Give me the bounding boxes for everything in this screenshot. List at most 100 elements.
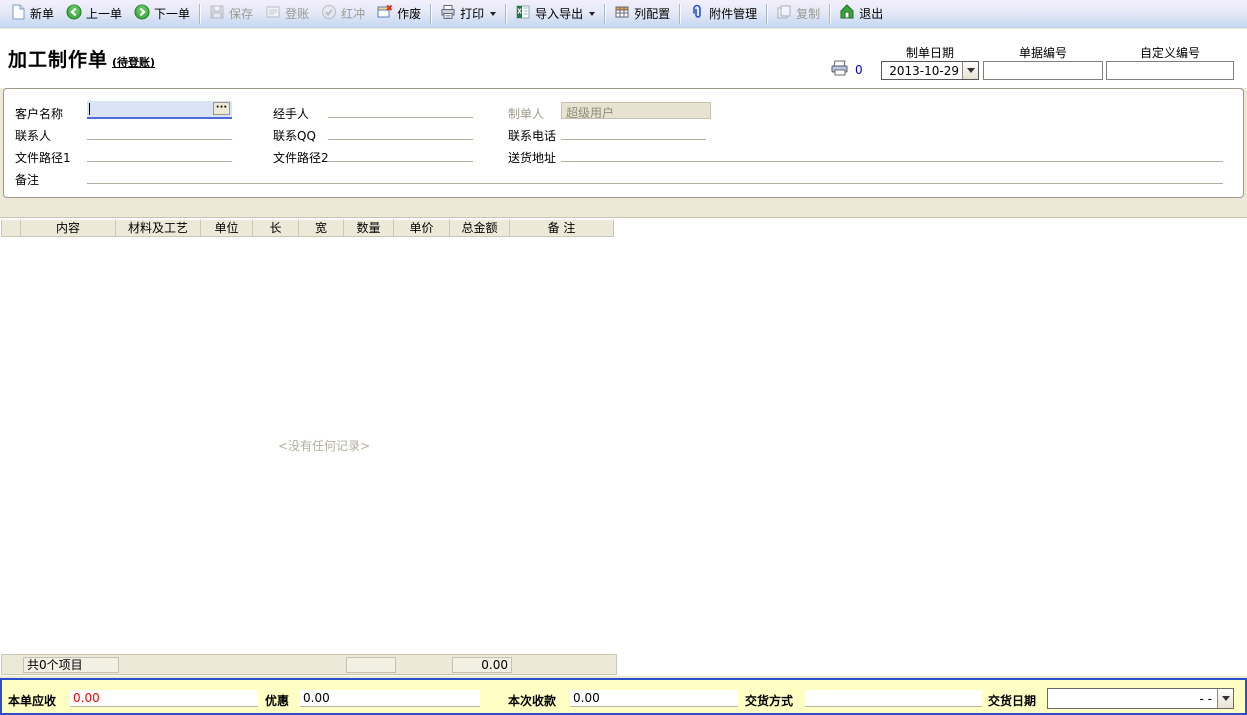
toolbar-separator: [679, 4, 680, 24]
toolbar-separator: [199, 4, 200, 24]
column-header-total[interactable]: 总金额: [450, 219, 510, 237]
red-reverse-button: 红冲: [315, 2, 371, 26]
column-config-button[interactable]: 列配置: [608, 2, 676, 26]
discount-label: 优惠: [265, 692, 289, 709]
toolbar-separator: [505, 4, 506, 24]
contact-input[interactable]: [87, 123, 232, 140]
doc-no-label: 单据编号: [983, 44, 1103, 61]
empty-records-text: <没有任何记录>: [278, 437, 370, 454]
toolbar: 新单 上一单 下一单 保存 登账 红冲 作废 打印 导入导出 列配置: [0, 0, 1247, 28]
delivery-date-dropdown-button[interactable]: [1217, 689, 1233, 708]
chevron-down-icon: [967, 68, 975, 73]
new-doc-icon: [10, 4, 26, 23]
payment-label: 本次收款: [508, 692, 556, 709]
item-count-cell: 共0个项目: [23, 657, 119, 673]
address-input[interactable]: [561, 145, 1223, 162]
print-count: 0: [855, 63, 863, 77]
handler-input[interactable]: [328, 101, 473, 118]
file-path2-label: 文件路径2: [273, 149, 329, 166]
remark-input[interactable]: [87, 167, 1223, 184]
toolbar-separator: [766, 4, 767, 24]
address-label: 送货地址: [508, 149, 556, 166]
delivery-date-value: - -: [1048, 692, 1217, 706]
void-icon: [377, 4, 393, 23]
text-cursor: [89, 103, 90, 115]
discount-input[interactable]: 0.00: [300, 690, 480, 707]
exit-button[interactable]: 退出: [833, 2, 889, 26]
attachment-icon: [689, 4, 705, 23]
doc-date-dropdown-button[interactable]: [962, 62, 978, 79]
order-info-panel: 客户名称 ··· 经手人 制单人 超级用户 联系人 联系QQ 联系电话 文件路径…: [3, 88, 1244, 198]
quantity-total-cell: [346, 657, 396, 673]
receivable-label: 本单应收: [8, 692, 56, 709]
amount-total-cell: 0.00: [452, 657, 512, 673]
page-title: 加工制作单(待登账): [8, 45, 155, 72]
file-path2-input[interactable]: [328, 145, 473, 162]
header-area: 加工制作单(待登账) 0 制单日期 2013-10-29 单据编号 自定义编号: [0, 29, 1247, 88]
toolbar-separator: [430, 4, 431, 24]
chevron-down-icon: [490, 12, 496, 16]
next-icon: [134, 4, 150, 23]
next-order-button[interactable]: 下一单: [128, 2, 196, 26]
column-header-unit-price[interactable]: 单价: [394, 219, 450, 237]
phone-label: 联系电话: [508, 127, 556, 144]
doc-date-combobox[interactable]: 2013-10-29: [881, 61, 979, 80]
custom-no-label: 自定义编号: [1106, 44, 1234, 61]
column-header-unit[interactable]: 单位: [201, 219, 253, 237]
payment-bar: 本单应收 0.00 优惠 0.00 本次收款 0.00 交货方式 交货日期 - …: [0, 678, 1247, 715]
save-icon: [209, 4, 225, 23]
toolbar-separator: [604, 4, 605, 24]
import-export-button[interactable]: 导入导出: [509, 2, 601, 26]
qq-input[interactable]: [328, 123, 473, 140]
import-export-icon: [515, 4, 531, 23]
copy-button: 复制: [770, 2, 826, 26]
customer-browse-button[interactable]: ···: [213, 102, 230, 115]
red-reverse-icon: [321, 4, 337, 23]
register-icon: [265, 4, 281, 23]
new-order-button[interactable]: 新单: [4, 2, 60, 26]
attachment-button[interactable]: 附件管理: [683, 2, 763, 26]
receivable-input[interactable]: 0.00: [70, 690, 258, 707]
print-icon: [440, 4, 456, 23]
status-badge: (待登账): [112, 56, 155, 69]
column-header-width[interactable]: 宽: [299, 219, 344, 237]
column-header-material[interactable]: 材料及工艺: [116, 219, 201, 237]
doc-no-input[interactable]: [983, 61, 1103, 80]
printer-icon: [830, 60, 850, 79]
void-button[interactable]: 作废: [371, 2, 427, 26]
qq-label: 联系QQ: [273, 127, 316, 144]
column-header-length[interactable]: 长: [253, 219, 299, 237]
delivery-date-combobox[interactable]: - -: [1047, 688, 1234, 709]
creator-label: 制单人: [508, 105, 544, 122]
contact-label: 联系人: [15, 127, 51, 144]
chevron-down-icon: [1222, 696, 1230, 701]
toolbar-separator: [829, 4, 830, 24]
print-button[interactable]: 打印: [434, 2, 502, 26]
column-header-remark[interactable]: 备 注: [510, 219, 614, 237]
payment-input[interactable]: 0.00: [570, 690, 738, 707]
column-config-icon: [614, 4, 630, 23]
register-button: 登账: [259, 2, 315, 26]
copy-icon: [776, 4, 792, 23]
delivery-date-label: 交货日期: [988, 692, 1036, 709]
column-header-quantity[interactable]: 数量: [344, 219, 394, 237]
remark-label: 备注: [15, 171, 39, 188]
grid-footer: 共0个项目 0.00: [1, 654, 617, 675]
delivery-method-input[interactable]: [805, 690, 982, 707]
prev-order-button[interactable]: 上一单: [60, 2, 128, 26]
grid-header: 内容 材料及工艺 单位 长 宽 数量 单价 总金额 备 注: [1, 219, 614, 237]
customer-input[interactable]: ···: [87, 101, 232, 119]
doc-date-value: 2013-10-29: [882, 64, 962, 78]
prev-icon: [66, 4, 82, 23]
file-path1-label: 文件路径1: [15, 149, 71, 166]
line-items-grid: 内容 材料及工艺 单位 长 宽 数量 单价 总金额 备 注 <没有任何记录> 共…: [0, 217, 1247, 676]
chevron-down-icon: [589, 12, 595, 16]
handler-label: 经手人: [273, 105, 309, 122]
save-button: 保存: [203, 2, 259, 26]
custom-no-input[interactable]: [1106, 61, 1234, 80]
creator-value: 超级用户: [561, 102, 711, 119]
doc-date-label: 制单日期: [881, 44, 979, 61]
file-path1-input[interactable]: [87, 145, 232, 162]
phone-input[interactable]: [561, 123, 706, 140]
column-header-content[interactable]: 内容: [21, 219, 116, 237]
